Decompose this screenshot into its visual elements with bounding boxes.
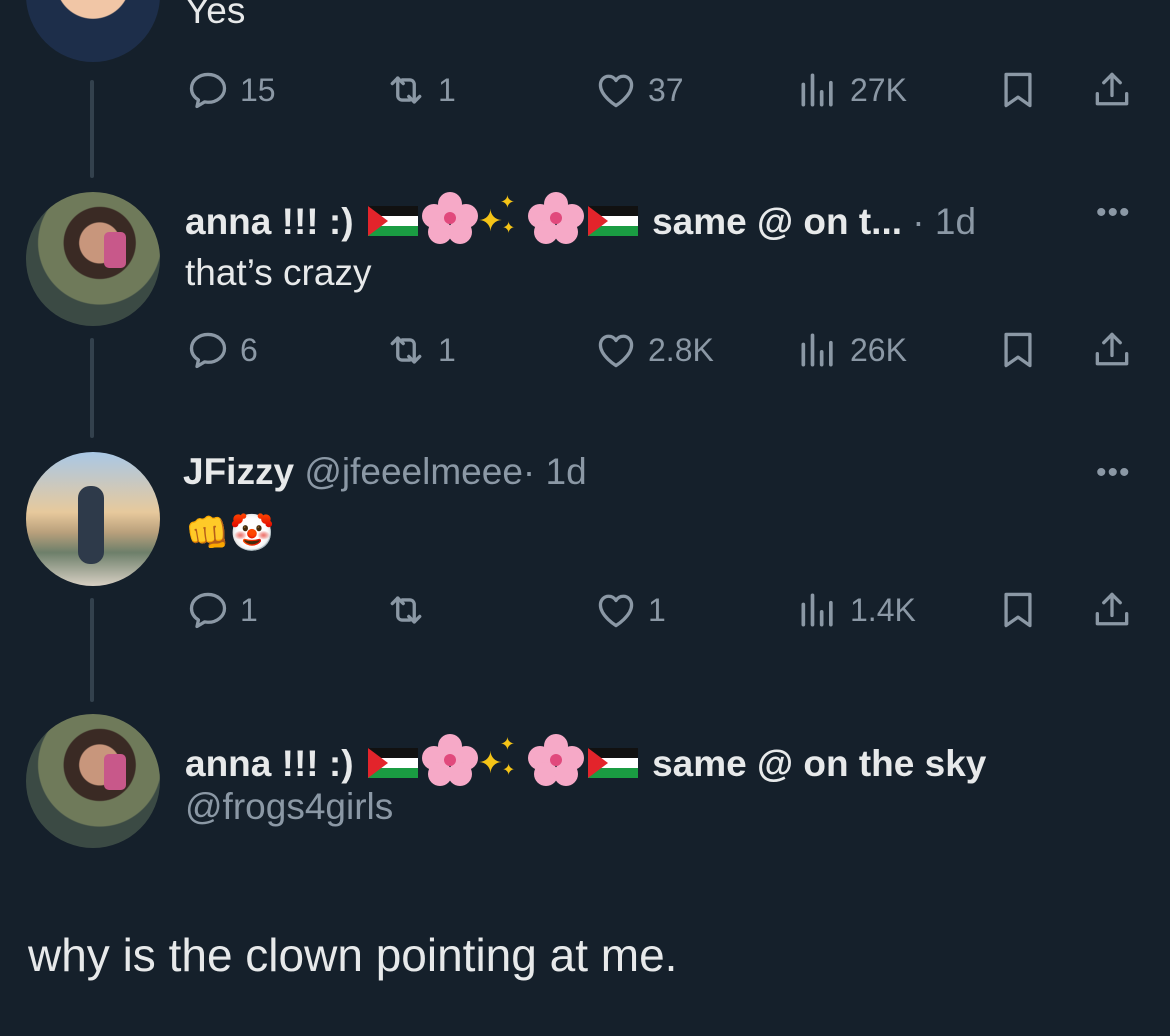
cherry-blossom-emoji <box>421 192 478 244</box>
thread-line <box>90 80 94 178</box>
like-count: 37 <box>648 71 684 108</box>
cherry-blossom-emoji <box>527 734 584 786</box>
views-button[interactable]: 1.4K <box>796 588 916 632</box>
comment-bubble-icon <box>186 68 230 112</box>
like-button[interactable]: 37 <box>594 68 684 112</box>
views-button[interactable]: 26K <box>796 328 907 372</box>
share-button[interactable] <box>1090 328 1134 377</box>
repost-button[interactable] <box>384 588 438 632</box>
cherry-blossom-emoji <box>527 192 584 244</box>
bar-chart-icon <box>796 328 840 372</box>
like-button[interactable]: 2.8K <box>594 328 714 372</box>
comment-bubble-icon <box>186 588 230 632</box>
tweet-text: that’s crazy <box>185 252 372 293</box>
timestamp[interactable]: · 1d <box>523 451 587 492</box>
display-name[interactable]: JFizzy @jfeeelmeee· 1d <box>183 451 587 493</box>
bookmark-button[interactable] <box>996 68 1040 117</box>
like-count: 1 <box>648 591 666 628</box>
reply-button[interactable]: 1 <box>186 588 258 632</box>
bar-chart-icon <box>796 68 840 112</box>
share-button[interactable] <box>1090 68 1134 117</box>
display-name-suffix: same @ on the sky <box>652 743 987 784</box>
repost-arrows-icon <box>384 68 428 112</box>
share-upload-icon <box>1090 328 1134 372</box>
bookmark-icon <box>996 328 1040 372</box>
share-button[interactable] <box>1090 588 1134 637</box>
emoji-text: 👊🤡 <box>185 512 275 553</box>
reply-count: 1 <box>240 591 258 628</box>
view-count: 27K <box>850 71 907 108</box>
heart-icon <box>594 588 638 632</box>
heart-icon <box>594 68 638 112</box>
main-tweet-text: why is the clown pointing at me. <box>28 929 678 981</box>
views-button[interactable]: 27K <box>796 68 907 112</box>
repost-button[interactable]: 1 <box>384 328 456 372</box>
bar-chart-icon <box>796 588 840 632</box>
avatar[interactable] <box>26 452 160 586</box>
palestine-flag-emoji <box>367 206 418 236</box>
repost-arrows-icon <box>384 588 428 632</box>
heart-icon <box>594 328 638 372</box>
user-handle[interactable]: @frogs4girls <box>185 786 393 828</box>
repost-count: 1 <box>438 331 456 368</box>
like-count: 2.8K <box>648 331 714 368</box>
more-options-button[interactable]: ••• <box>1096 456 1131 490</box>
share-upload-icon <box>1090 68 1134 112</box>
timestamp[interactable]: · 1d <box>912 201 976 242</box>
avatar[interactable] <box>26 192 160 326</box>
display-name-text: anna !!! :) <box>185 201 354 242</box>
avatar[interactable] <box>26 0 160 62</box>
more-options-button[interactable]: ••• <box>1096 196 1131 230</box>
tweet-text: Yes <box>185 0 246 31</box>
palestine-flag-emoji <box>587 206 638 236</box>
comment-bubble-icon <box>186 328 230 372</box>
sparkles-emoji: ✦ ✦ ✦ <box>477 192 516 238</box>
bookmark-icon <box>996 68 1040 112</box>
palestine-flag-emoji <box>587 748 638 778</box>
user-handle: @jfeeelmeee <box>304 451 523 492</box>
tweet-text: 👊🤡 <box>185 508 275 554</box>
sparkles-emoji: ✦ ✦ ✦ <box>477 734 516 780</box>
repost-arrows-icon <box>384 328 428 372</box>
view-count: 1.4K <box>850 591 916 628</box>
repost-count: 1 <box>438 71 456 108</box>
reply-count: 6 <box>240 331 258 368</box>
bookmark-button[interactable] <box>996 328 1040 377</box>
display-name-text: JFizzy <box>183 451 295 492</box>
display-name[interactable]: anna !!! :) ✦ ✦ ✦ same @ on t... · 1d <box>185 192 976 244</box>
repost-button[interactable]: 1 <box>384 68 456 112</box>
like-button[interactable]: 1 <box>594 588 666 632</box>
share-upload-icon <box>1090 588 1134 632</box>
bookmark-icon <box>996 588 1040 632</box>
bookmark-button[interactable] <box>996 588 1040 637</box>
cherry-blossom-emoji <box>421 734 478 786</box>
thread-line <box>90 598 94 702</box>
display-name-suffix: same @ on t... <box>652 201 903 242</box>
reply-count: 15 <box>240 71 276 108</box>
reply-button[interactable]: 6 <box>186 328 258 372</box>
display-name[interactable]: anna !!! :) ✦ ✦ ✦ same @ on the sky <box>185 734 986 786</box>
display-name-text: anna !!! :) <box>185 743 354 784</box>
avatar[interactable] <box>26 714 160 848</box>
thread-line <box>90 338 94 438</box>
reply-button[interactable]: 15 <box>186 68 276 112</box>
palestine-flag-emoji <box>367 748 418 778</box>
view-count: 26K <box>850 331 907 368</box>
